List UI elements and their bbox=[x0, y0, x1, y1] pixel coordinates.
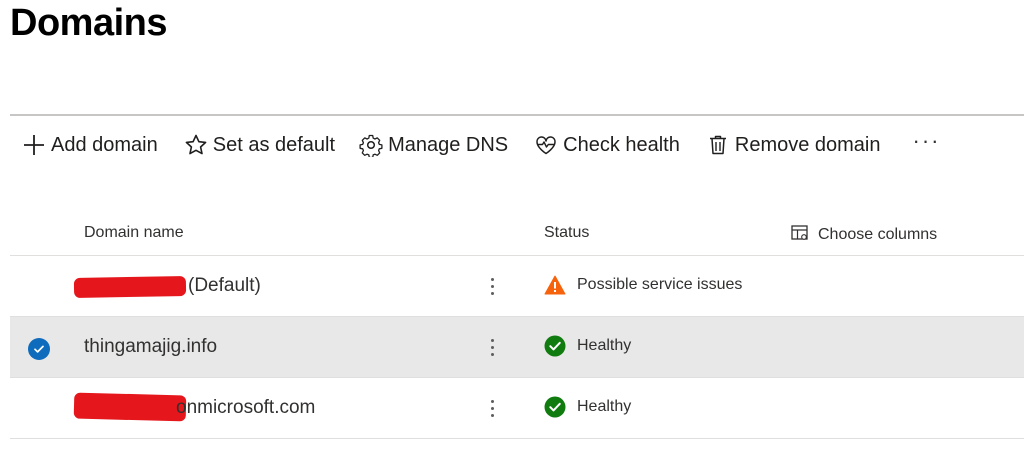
manage-dns-label: Manage DNS bbox=[388, 133, 509, 156]
table-row[interactable]: onmicrosoft.com Healthy bbox=[10, 378, 1024, 439]
row-more-button[interactable] bbox=[482, 392, 502, 424]
remove-domain-label: Remove domain bbox=[734, 133, 881, 156]
warning-icon bbox=[544, 274, 566, 296]
column-header-domain-name[interactable]: Domain name bbox=[84, 224, 184, 242]
remove-domain-button[interactable]: Remove domain bbox=[698, 126, 889, 164]
table-header: Domain name Status Choose columns bbox=[10, 208, 1024, 256]
checkmark-icon bbox=[34, 345, 44, 353]
domain-name-cell[interactable]: onmicrosoft.com bbox=[176, 397, 315, 419]
set-as-default-button[interactable]: Set as default bbox=[176, 126, 343, 164]
domains-page: Domains Add domain Set as default Manage… bbox=[0, 0, 1024, 466]
redaction-mark bbox=[73, 392, 187, 422]
healthy-check-icon bbox=[544, 396, 566, 418]
status-cell: Healthy bbox=[544, 335, 631, 357]
vertical-ellipsis-icon bbox=[490, 338, 494, 356]
table-row[interactable]: thingamajig.info Healthy bbox=[10, 317, 1024, 378]
heart-pulse-icon bbox=[534, 133, 558, 157]
check-health-label: Check health bbox=[563, 133, 680, 156]
add-domain-button[interactable]: Add domain bbox=[14, 126, 166, 164]
set-as-default-label: Set as default bbox=[212, 133, 336, 156]
command-bar: Add domain Set as default Manage DNS Che… bbox=[14, 126, 950, 164]
column-header-status[interactable]: Status bbox=[544, 224, 589, 242]
vertical-ellipsis-icon bbox=[490, 277, 494, 295]
row-more-button[interactable] bbox=[482, 270, 502, 302]
table-row[interactable]: (Default) Possible service issues bbox=[10, 256, 1024, 317]
columns-settings-icon bbox=[790, 223, 810, 243]
choose-columns-label: Choose columns bbox=[818, 226, 938, 243]
check-health-button[interactable]: Check health bbox=[526, 126, 688, 164]
trash-icon bbox=[706, 133, 730, 157]
page-title: Domains bbox=[10, 2, 167, 44]
choose-columns-button[interactable]: Choose columns bbox=[786, 221, 941, 245]
header-divider bbox=[10, 114, 1024, 116]
status-cell: Possible service issues bbox=[544, 274, 742, 296]
status-text: Healthy bbox=[577, 398, 632, 415]
row-more-button[interactable] bbox=[482, 331, 502, 363]
status-text: Possible service issues bbox=[577, 276, 743, 293]
vertical-ellipsis-icon bbox=[490, 399, 494, 417]
domain-name-cell[interactable]: (Default) bbox=[188, 275, 261, 297]
gear-icon bbox=[359, 133, 383, 157]
domain-name-cell[interactable]: thingamajig.info bbox=[84, 336, 217, 358]
more-actions-button[interactable]: ··· bbox=[903, 122, 951, 160]
status-cell: Healthy bbox=[544, 396, 631, 418]
add-domain-label: Add domain bbox=[51, 133, 158, 156]
status-text: Healthy bbox=[577, 337, 632, 354]
domains-table: Domain name Status Choose columns (Defau… bbox=[10, 208, 1024, 439]
redaction-mark bbox=[73, 276, 187, 298]
row-select-checkbox[interactable] bbox=[28, 338, 50, 360]
manage-dns-button[interactable]: Manage DNS bbox=[351, 126, 516, 164]
star-icon bbox=[184, 133, 208, 157]
plus-icon bbox=[22, 133, 46, 157]
healthy-check-icon bbox=[544, 335, 566, 357]
